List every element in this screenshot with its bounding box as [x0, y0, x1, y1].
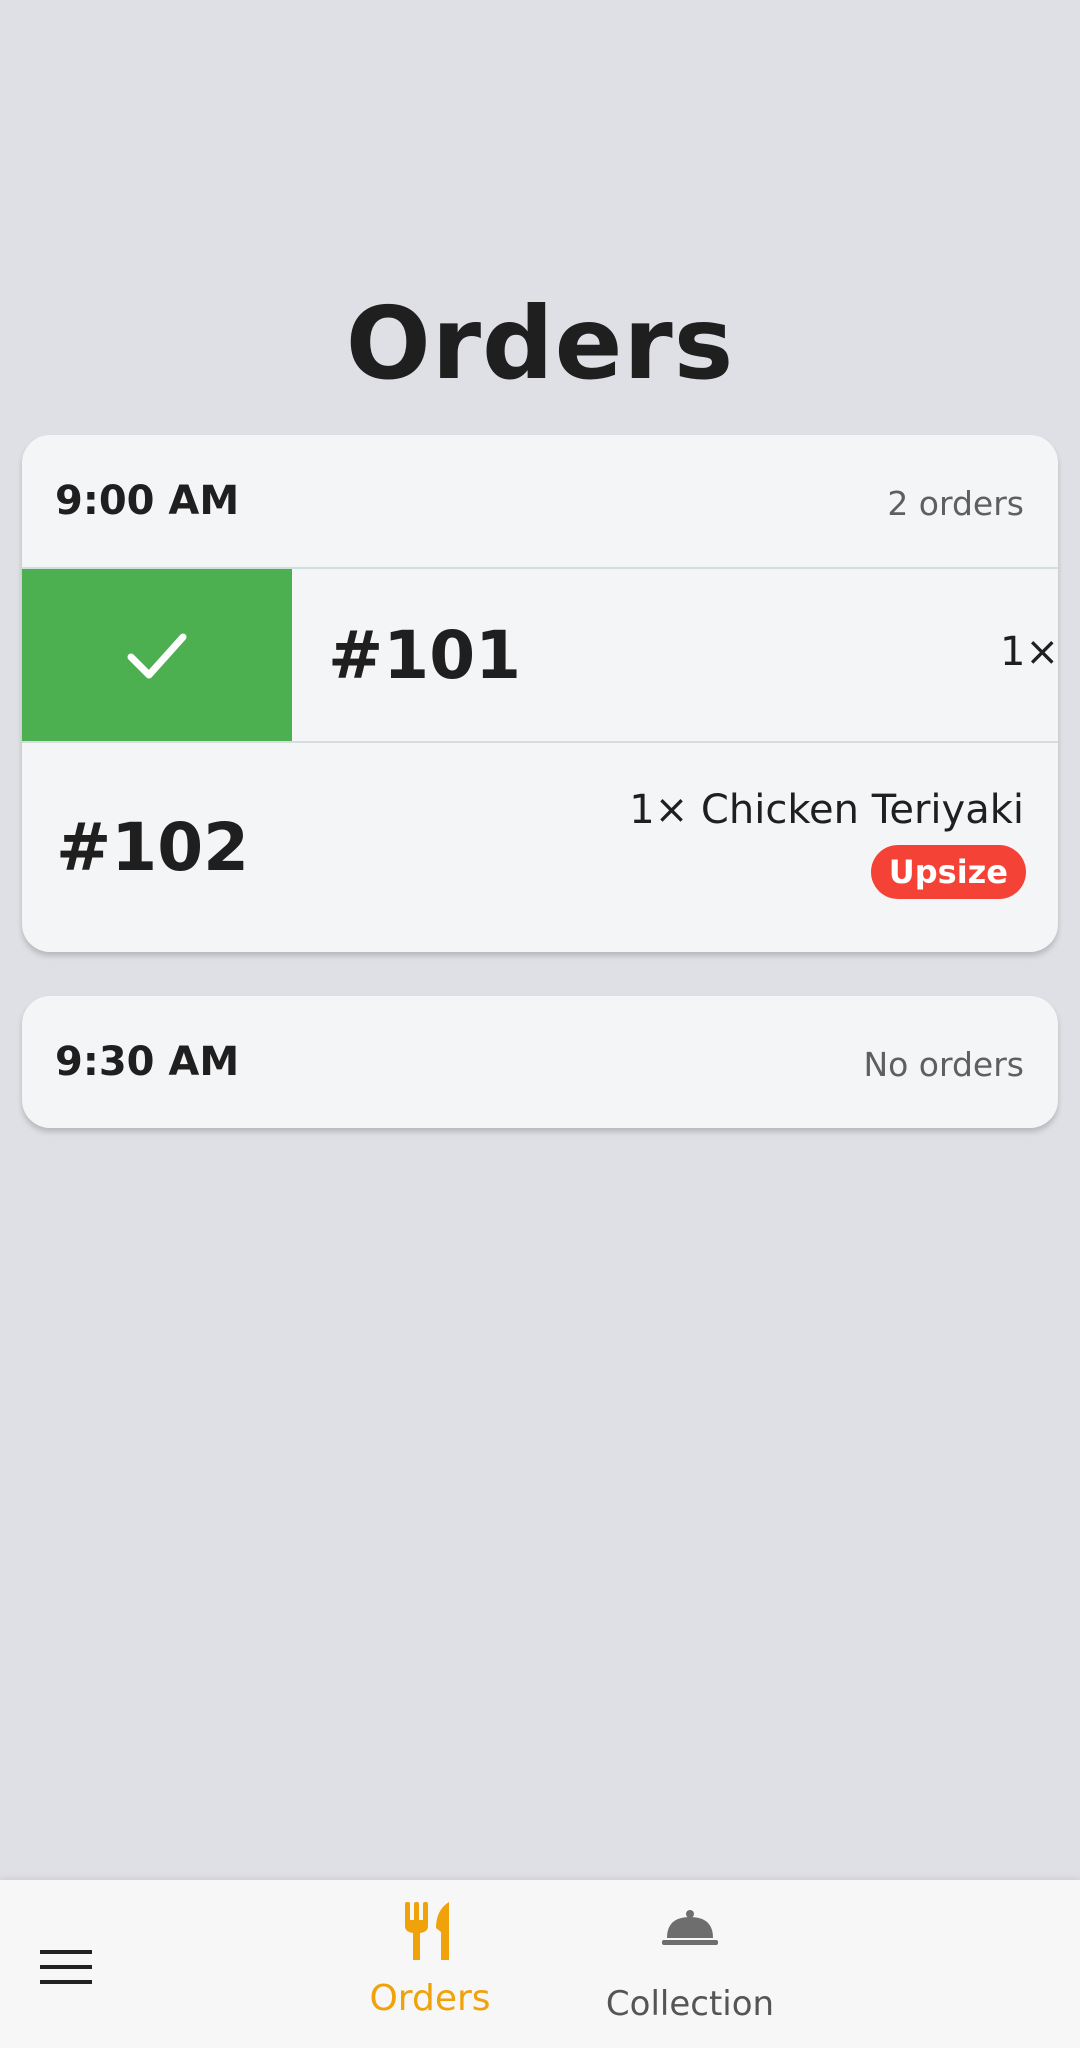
order-item: 1× Chicken Teriyaki — [629, 787, 1024, 833]
tab-collection-label: Collection — [605, 1984, 775, 2024]
bottom-navigation: Orders Collection — [0, 1880, 1080, 2048]
order-number: #101 — [328, 617, 522, 694]
order-row-content[interactable]: #101 1× Be — [292, 569, 1058, 741]
slot-order-count: 2 orders — [887, 484, 1024, 523]
time-slot-card: 9:00 AM 2 orders #101 1× Be #102 1× Chic… — [22, 435, 1058, 952]
order-row[interactable]: #102 1× Chicken Teriyaki Upsize — [22, 745, 1058, 952]
tab-collection[interactable]: Collection — [595, 1880, 785, 2048]
tab-orders-label: Orders — [369, 1978, 491, 2019]
complete-order-action[interactable] — [22, 569, 292, 741]
order-number: #102 — [56, 809, 250, 886]
cloche-icon — [662, 1910, 718, 1945]
slot-header[interactable]: 9:30 AM No orders — [22, 996, 1058, 1128]
upsize-badge: Upsize — [870, 845, 1026, 899]
slot-time: 9:30 AM — [55, 1039, 240, 1085]
check-icon — [127, 633, 187, 679]
slot-header[interactable]: 9:00 AM 2 orders — [22, 435, 1058, 567]
slot-time: 9:00 AM — [55, 478, 240, 524]
hamburger-menu-icon[interactable] — [40, 1948, 92, 1986]
order-item: 1× Be — [1000, 629, 1058, 675]
time-slot-card: 9:30 AM No orders — [22, 996, 1058, 1128]
tab-orders[interactable]: Orders — [350, 1880, 510, 2048]
fork-knife-icon — [405, 1902, 449, 1960]
slot-order-count: No orders — [863, 1045, 1024, 1084]
page-title: Orders — [345, 285, 735, 402]
order-row[interactable]: #101 1× Be — [22, 567, 1058, 743]
